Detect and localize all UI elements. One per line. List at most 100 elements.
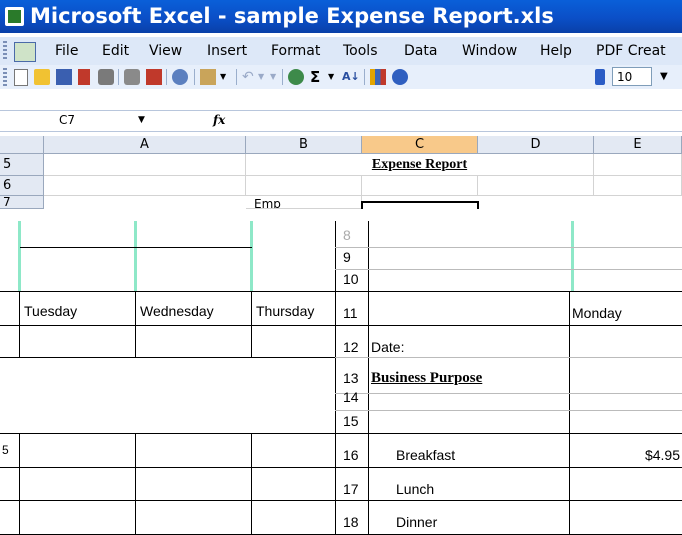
- divider: [135, 433, 136, 535]
- date-label: Date:: [371, 339, 405, 355]
- header-thursday: Thursday: [256, 303, 315, 319]
- toolbar-separator: [236, 69, 237, 85]
- column-guide: [18, 221, 21, 291]
- business-purpose-label: Business Purpose: [371, 370, 483, 386]
- row-number-8[interactable]: 8: [343, 227, 351, 243]
- permission-icon[interactable]: [78, 69, 90, 85]
- column-guide: [134, 221, 137, 291]
- divider: [569, 291, 570, 535]
- sort-ascending-icon[interactable]: A↓: [342, 69, 360, 85]
- menu-insert[interactable]: Insert: [207, 41, 247, 61]
- save-icon[interactable]: [56, 69, 72, 85]
- cell-b7[interactable]: Emp: [246, 196, 362, 209]
- chart-wizard-icon[interactable]: [370, 69, 386, 85]
- column-header-a[interactable]: A: [44, 136, 246, 154]
- paste-icon[interactable]: [200, 69, 216, 85]
- expense-label-lunch: Lunch: [396, 481, 435, 497]
- cell-c6[interactable]: [362, 176, 478, 196]
- select-all-corner[interactable]: [0, 136, 44, 154]
- window-title: Microsoft Excel - sample Expense Report.…: [30, 4, 554, 28]
- divider: [335, 410, 682, 411]
- row-number-17[interactable]: 17: [343, 481, 359, 497]
- cell-d6[interactable]: [478, 176, 594, 196]
- row-header-7[interactable]: 7: [0, 196, 44, 209]
- help-icon[interactable]: [392, 69, 408, 85]
- row-header-5[interactable]: 5: [0, 154, 44, 176]
- divider: [0, 433, 335, 434]
- row-number-11[interactable]: 11: [343, 305, 358, 321]
- menu-view[interactable]: View: [149, 41, 182, 61]
- magnified-sheet-view: Tuesday Wednesday Thursday 5 8 9 10 11 1…: [0, 209, 682, 535]
- divider: [19, 291, 20, 357]
- font-size-dropdown-icon[interactable]: ▼: [660, 67, 682, 86]
- toolbar-options-icon[interactable]: [595, 69, 605, 85]
- menu-edit[interactable]: Edit: [102, 41, 129, 61]
- toolbar-separator: [118, 69, 119, 85]
- name-box[interactable]: C7: [4, 112, 154, 128]
- toolbar-separator: [282, 69, 283, 85]
- column-header-e[interactable]: E: [594, 136, 682, 154]
- pdf-icon[interactable]: [146, 69, 162, 85]
- row-number-14[interactable]: 14: [343, 389, 359, 405]
- new-icon[interactable]: [14, 69, 28, 86]
- divider: [335, 467, 682, 468]
- row-number-15[interactable]: 15: [343, 413, 359, 429]
- menu-pdf-creator[interactable]: PDF Creat: [596, 41, 666, 61]
- divider: [20, 247, 252, 248]
- toolbar-grip[interactable]: [3, 68, 7, 86]
- cell-e5[interactable]: [594, 154, 682, 176]
- row-header-6[interactable]: 6: [0, 176, 44, 196]
- row-number-16[interactable]: 16: [343, 447, 359, 463]
- autosum-icon[interactable]: Σ: [310, 69, 326, 85]
- cell-b6[interactable]: [246, 176, 362, 196]
- header-wednesday: Wednesday: [140, 303, 214, 319]
- cell-a5[interactable]: [44, 154, 246, 176]
- header-monday: Monday: [572, 305, 622, 321]
- name-box-value: C7: [59, 113, 76, 127]
- undo-icon[interactable]: ↶: [242, 69, 258, 85]
- column-header-d[interactable]: D: [478, 136, 594, 154]
- menu-data[interactable]: Data: [404, 41, 437, 61]
- cell-e6[interactable]: [594, 176, 682, 196]
- expense-value-breakfast-monday[interactable]: $4.95: [620, 447, 680, 463]
- divider: [335, 393, 682, 394]
- font-size-box[interactable]: 10: [612, 67, 652, 86]
- divider: [335, 247, 682, 248]
- row-number-9[interactable]: 9: [343, 249, 351, 265]
- insert-function-icon[interactable]: fx: [213, 112, 225, 128]
- header-tuesday: Tuesday: [24, 303, 78, 319]
- print-icon[interactable]: [98, 69, 114, 85]
- column-header-b[interactable]: B: [246, 136, 362, 154]
- print-preview-icon[interactable]: [124, 69, 140, 85]
- menu-window[interactable]: Window: [462, 41, 517, 61]
- autosum-dropdown-icon[interactable]: ▼: [328, 69, 336, 85]
- hyperlink-icon[interactable]: [288, 69, 304, 85]
- column-header-c[interactable]: C: [362, 136, 478, 154]
- menu-grip[interactable]: [3, 41, 7, 61]
- menu-tools[interactable]: Tools: [343, 41, 378, 61]
- menu-format[interactable]: Format: [271, 41, 320, 61]
- active-cell-c7[interactable]: [361, 201, 479, 209]
- row-number-13[interactable]: 13: [343, 370, 359, 386]
- menu-help[interactable]: Help: [540, 41, 572, 61]
- paste-dropdown-icon[interactable]: ▼: [220, 69, 228, 85]
- row-number-12[interactable]: 12: [343, 339, 359, 355]
- standard-toolbar: ▼ ↶ ▼ ▼ Σ ▼ A↓ 10 ▼: [0, 65, 682, 89]
- research-icon[interactable]: [172, 69, 188, 85]
- left-row-fragment: 5: [2, 443, 9, 457]
- menu-file[interactable]: File: [55, 41, 78, 61]
- redo-dropdown-icon[interactable]: ▼: [270, 69, 278, 85]
- row-number-18[interactable]: 18: [343, 514, 359, 530]
- window-title-bar[interactable]: Microsoft Excel - sample Expense Report.…: [0, 0, 682, 33]
- open-icon[interactable]: [34, 69, 50, 85]
- row-number-10[interactable]: 10: [343, 271, 359, 287]
- divider: [19, 433, 20, 535]
- workbook-icon[interactable]: [14, 42, 36, 62]
- cell-a6[interactable]: [44, 176, 246, 196]
- expense-report-title: Expense Report: [371, 157, 468, 172]
- name-box-dropdown-icon[interactable]: ▼: [138, 112, 145, 128]
- toolbar-separator: [194, 69, 195, 85]
- cell-expense-report-title[interactable]: Expense Report: [246, 154, 594, 176]
- divider: [335, 269, 682, 270]
- undo-dropdown-icon[interactable]: ▼: [258, 69, 266, 85]
